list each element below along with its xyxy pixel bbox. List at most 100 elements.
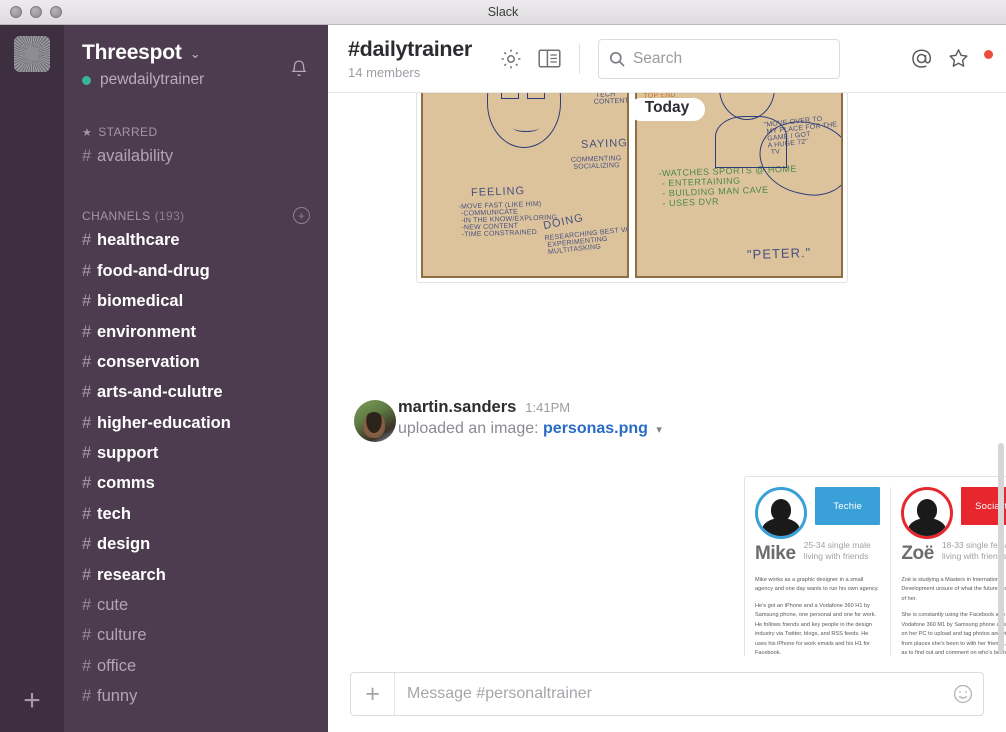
header-right-icons — [910, 47, 993, 70]
whiteboard-image-attachment[interactable]: SCHOOL FRIENDS/SOCIAL SAVE $ GIRLS INTER… — [416, 93, 848, 283]
close-button[interactable] — [10, 6, 22, 18]
persona-name-row: Zoë 18-33 single female living with frien… — [901, 540, 1006, 565]
window-titlebar: Slack — [0, 0, 1006, 25]
add-attachment-button[interactable]: + — [351, 673, 395, 715]
star-icon[interactable] — [947, 47, 970, 70]
persona-tag: Techie — [815, 487, 881, 525]
hash-icon: # — [82, 413, 92, 432]
emoji-smiley-icon[interactable] — [943, 673, 983, 715]
sidebar-item-conservation[interactable]: # conservation — [64, 347, 328, 377]
message-timestamp: 1:41PM — [525, 400, 571, 415]
star-icon: ★ — [82, 126, 93, 139]
sidebar-item-cute[interactable]: # cute — [64, 590, 328, 620]
sidebar-item-food-and-drug[interactable]: # food-and-drug — [64, 256, 328, 286]
search-placeholder: Search — [632, 49, 683, 67]
persona-header: Socialite — [901, 487, 1006, 539]
bell-icon[interactable] — [290, 59, 308, 79]
hash-icon: # — [82, 504, 92, 523]
header-divider — [578, 43, 580, 74]
date-divider: Today — [328, 98, 1006, 121]
sidebar-item-label: food-and-drug — [97, 261, 210, 280]
sidebar-item-label: healthcare — [97, 231, 180, 250]
persona-paragraph: He's got an iPhone and a Vodafone 360 H1… — [755, 602, 876, 656]
sidebar-item-design[interactable]: # design — [64, 529, 328, 559]
user-presence-row[interactable]: pewdailytrainer — [82, 71, 310, 89]
sidebar-item-label: research — [97, 565, 166, 584]
sidebar-item-office[interactable]: # office — [64, 651, 328, 681]
persona-card: Techie Mike 25-34 single male living with … — [745, 487, 890, 656]
zoom-button[interactable] — [50, 6, 62, 18]
persona-description: 18-33 single female living with friends — [941, 540, 1006, 562]
message-composer[interactable]: + Message #personaltrainer — [350, 672, 984, 716]
team-logo-icon — [14, 36, 50, 72]
persona-name-row: Mike 25-34 single male living with friend… — [755, 540, 880, 565]
message-input[interactable]: Message #personaltrainer — [395, 673, 943, 715]
sidebar-item-label: funny — [97, 687, 138, 705]
minimize-button[interactable] — [30, 6, 42, 18]
search-input[interactable]: Search — [597, 38, 840, 79]
sidebar-item-availability[interactable]: # availability — [64, 141, 328, 171]
team-menu-button[interactable]: Threespot ⌄ — [82, 41, 310, 65]
sidebar-item-higher-education[interactable]: # higher-education — [64, 408, 328, 438]
hash-icon: # — [82, 565, 92, 584]
sketch-panel-left: SCHOOL FRIENDS/SOCIAL SAVE $ GIRLS INTER… — [421, 93, 629, 278]
message-meta: martin.sanders 1:41PM — [398, 398, 986, 417]
at-mention-icon[interactable] — [910, 47, 933, 70]
persona-body: Mike works as a graphic designer in a sm… — [755, 576, 880, 656]
message-list[interactable]: SCHOOL FRIENDS/SOCIAL SAVE $ GIRLS INTER… — [328, 93, 1006, 656]
sidebar-item-label: design — [97, 535, 151, 554]
hash-icon: # — [82, 595, 92, 614]
gear-icon[interactable] — [500, 48, 522, 70]
sidebar-item-label: environment — [97, 322, 197, 341]
hash-icon: # — [82, 352, 92, 371]
chevron-down-icon[interactable]: ▾ — [656, 424, 662, 436]
avatar[interactable] — [354, 400, 396, 442]
sidebar-item-healthcare[interactable]: # healthcare — [64, 225, 328, 255]
channel-title-block[interactable]: #dailytrainer 14 members — [348, 37, 472, 80]
portrait-body — [762, 518, 800, 536]
sidebar-item-culture[interactable]: # culture — [64, 620, 328, 650]
add-channel-button[interactable]: + — [293, 207, 310, 225]
sidebar-item-funny[interactable]: # funny — [64, 681, 328, 711]
sidebar-item-label: cute — [97, 595, 129, 614]
details-panel-icon[interactable] — [538, 48, 561, 69]
chevron-down-icon: ⌄ — [189, 45, 201, 61]
upload-label: uploaded an image: — [398, 420, 539, 437]
message-row: martin.sanders 1:41PM uploaded an image:… — [328, 398, 1006, 442]
sidebar-item-tech[interactable]: # tech — [64, 499, 328, 529]
window-traffic-lights — [10, 6, 62, 18]
team-avatar[interactable] — [14, 36, 50, 72]
sidebar-item-label: culture — [97, 626, 147, 645]
sidebar-item-biomedical[interactable]: # biomedical — [64, 286, 328, 316]
add-team-button[interactable]: + — [0, 678, 64, 724]
sidebar-item-support[interactable]: # support — [64, 438, 328, 468]
sidebar-item-arts-and-culutre[interactable]: # arts-and-culutre — [64, 377, 328, 407]
sidebar-item-label: comms — [97, 474, 155, 493]
sidebar: Threespot ⌄ pewdailytrainer ★ STARRED # a… — [64, 25, 328, 732]
personas-image-attachment[interactable]: Techie Mike 25-34 single male living with … — [744, 476, 1006, 656]
sidebar-item-comms[interactable]: # comms — [64, 468, 328, 498]
channels-count: (193) — [154, 208, 185, 223]
search-icon — [609, 51, 625, 67]
file-link[interactable]: personas.png — [543, 420, 648, 437]
scrollbar-thumb[interactable] — [998, 443, 1004, 653]
message-scrollbar[interactable] — [998, 173, 1004, 653]
starred-label: STARRED — [98, 125, 158, 139]
team-rail: + — [0, 25, 64, 732]
sidebar-item-research[interactable]: # research — [64, 560, 328, 590]
sidebar-item-label: tech — [97, 504, 131, 523]
message-input-placeholder: Message #personaltrainer — [407, 685, 592, 702]
sidebar-item-label: higher-education — [97, 413, 231, 432]
member-count: 14 members — [348, 65, 421, 80]
hash-icon: # — [82, 383, 92, 402]
persona-card: Socialite Zoë 18-33 single female living w… — [890, 487, 1006, 656]
message-author[interactable]: martin.sanders — [398, 398, 516, 417]
sidebar-item-environment[interactable]: # environment — [64, 317, 328, 347]
message-text: uploaded an image: personas.png ▾ — [398, 420, 986, 438]
persona-paragraph: She is constantly using the Facebook app… — [901, 612, 1006, 656]
window-title: Slack — [487, 5, 519, 19]
persona-header: Techie — [755, 487, 881, 539]
persona-paragraph: Zoë is studying a Masters in Internation… — [901, 576, 1006, 602]
notification-badge — [984, 49, 993, 59]
starred-channel-list: # availability — [64, 141, 328, 171]
